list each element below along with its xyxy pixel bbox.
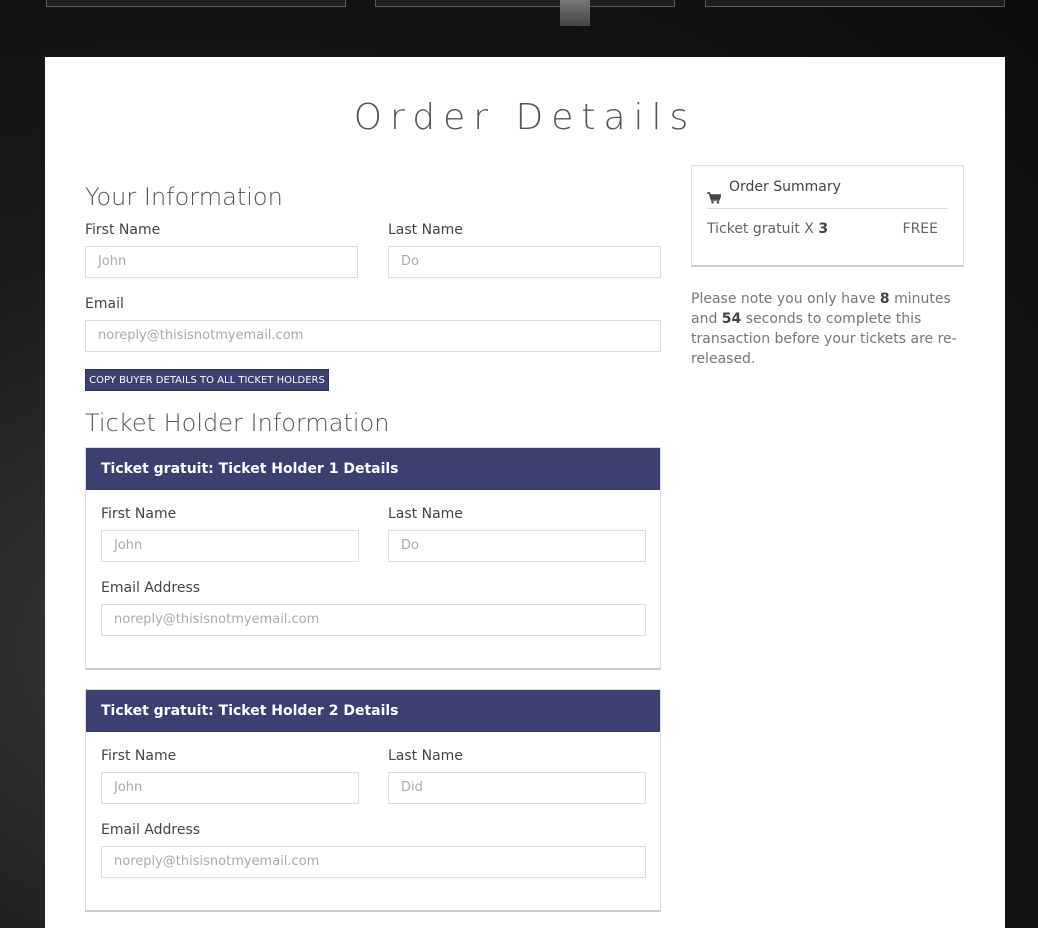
ticket-holder-1-title: Ticket gratuit: Ticket Holder 1 Details — [86, 448, 660, 490]
timer-minutes: 8 — [879, 291, 890, 307]
background-card — [46, 0, 346, 7]
holder-1-email-label: Email Address — [101, 580, 201, 596]
summary-item-price: FREE — [902, 221, 938, 237]
page-title: Order Details — [353, 97, 697, 138]
order-summary-title: Order Summary — [729, 179, 841, 195]
background-light — [560, 0, 590, 26]
holder-2-email-label: Email Address — [101, 822, 201, 838]
holder-1-first-name-label: First Name — [101, 506, 177, 522]
first-name-label: First Name — [85, 222, 161, 238]
last-name-label: Last Name — [388, 222, 463, 238]
timer-note-prefix: Please note you only have — [691, 291, 876, 307]
holder-1-email-input[interactable]: noreply@thisisnotmyemail.com — [101, 604, 646, 636]
ticket-holder-1-card: Ticket gratuit: Ticket Holder 1 Details … — [85, 447, 661, 670]
email-input[interactable]: noreply@thisisnotmyemail.com — [85, 320, 661, 352]
timer-note: Please note you only have 8 minutes and … — [691, 289, 971, 369]
last-name-input[interactable]: Do — [388, 246, 661, 278]
holder-2-first-name-label: First Name — [101, 748, 177, 764]
holder-1-last-name-label: Last Name — [388, 506, 463, 522]
first-name-input[interactable]: John — [85, 246, 358, 278]
holder-1-last-name-input[interactable]: Do — [388, 530, 646, 562]
holder-1-first-name-input[interactable]: John — [101, 530, 359, 562]
order-summary-line: Ticket gratuit X 3 FREE — [707, 221, 938, 237]
ticket-holder-2-title: Ticket gratuit: Ticket Holder 2 Details — [86, 690, 660, 732]
holder-2-first-name-input[interactable]: John — [101, 772, 359, 804]
order-summary-box: Order Summary Ticket gratuit X 3 FREE — [691, 165, 964, 267]
holder-2-last-name-input[interactable]: Did — [388, 772, 646, 804]
timer-seconds: 54 — [721, 311, 742, 327]
summary-item-label: Ticket gratuit X — [707, 221, 814, 237]
ticket-holder-2-card: Ticket gratuit: Ticket Holder 2 Details … — [85, 689, 661, 912]
summary-item-qty: 3 — [818, 221, 829, 237]
order-details-panel: Order Details Your Information First Nam… — [45, 57, 1005, 928]
holder-2-email-input[interactable]: noreply@thisisnotmyemail.com — [101, 846, 646, 878]
copy-buyer-details-button[interactable]: COPY BUYER DETAILS TO ALL TICKET HOLDERS — [85, 369, 329, 391]
ticket-holder-heading: Ticket Holder Information — [85, 409, 390, 437]
cart-icon — [707, 179, 722, 204]
background-card — [375, 0, 675, 7]
background-card — [705, 0, 1005, 7]
email-label: Email — [85, 296, 124, 312]
order-summary-header: Order Summary — [707, 166, 948, 209]
your-information-heading: Your Information — [85, 183, 283, 211]
holder-2-last-name-label: Last Name — [388, 748, 463, 764]
